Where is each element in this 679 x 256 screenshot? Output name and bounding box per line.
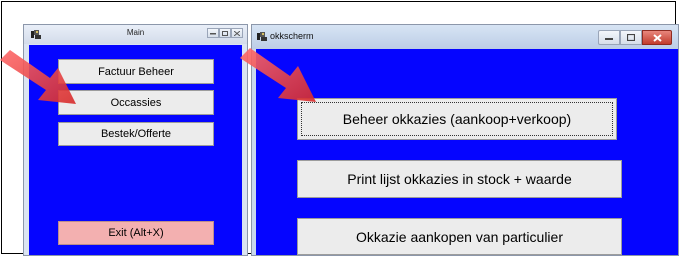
- maximize-icon[interactable]: [620, 30, 642, 45]
- okkscherm-window: okkscherm Beheer okkazies (aankoop+verko…: [251, 24, 679, 256]
- okkazie-aankopen-button[interactable]: Okkazie aankopen van particulier: [297, 218, 622, 255]
- main-titlebar[interactable]: Main: [24, 25, 247, 44]
- minimize-icon[interactable]: [207, 28, 219, 38]
- minimize-icon[interactable]: [598, 30, 620, 45]
- close-icon[interactable]: [231, 28, 243, 38]
- okkscherm-titlebar[interactable]: okkscherm: [252, 25, 678, 49]
- occassies-button[interactable]: Occassies: [58, 90, 214, 115]
- main-window-controls: [207, 28, 243, 38]
- okkscherm-client-area: Beheer okkazies (aankoop+verkoop) Print …: [256, 49, 678, 255]
- okkscherm-window-controls: [598, 30, 672, 45]
- main-window: Main Factuur Beheer Occassies Bestek/Off…: [23, 24, 248, 256]
- print-lijst-button[interactable]: Print lijst okkazies in stock + waarde: [297, 160, 622, 198]
- main-client-area: Factuur Beheer Occassies Bestek/Offerte …: [29, 45, 242, 255]
- maximize-icon[interactable]: [219, 28, 231, 38]
- bestek-offerte-button[interactable]: Bestek/Offerte: [58, 122, 214, 146]
- beheer-okkazies-button[interactable]: Beheer okkazies (aankoop+verkoop): [297, 98, 617, 140]
- exit-button[interactable]: Exit (Alt+X): [58, 221, 214, 245]
- okkscherm-window-title: okkscherm: [270, 31, 314, 41]
- app-icon: [257, 32, 267, 41]
- factuur-beheer-button[interactable]: Factuur Beheer: [58, 59, 214, 84]
- close-icon[interactable]: [642, 30, 672, 45]
